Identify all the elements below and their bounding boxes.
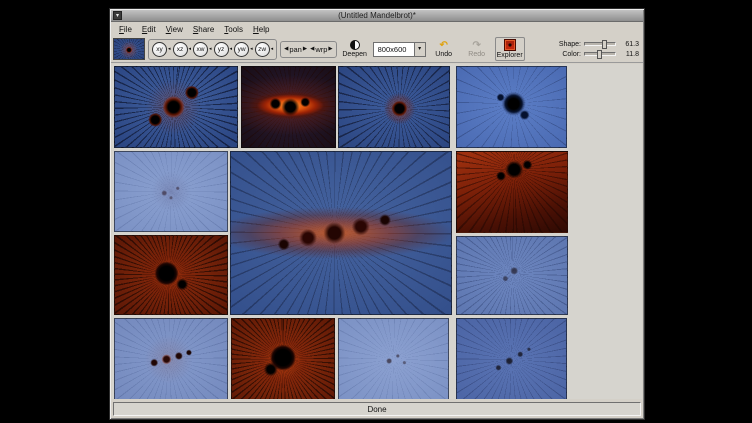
plane-button-yz[interactable]: yz ◂ <box>214 42 233 57</box>
shape-value: 61.3 <box>619 41 639 48</box>
pan-warp-group: ◀ pan ▶ ◀ wrp ▶ <box>280 41 337 58</box>
plane-arrow-icon: ◂ <box>250 46 253 52</box>
shape-slider-thumb[interactable] <box>602 40 607 49</box>
resolution-select[interactable]: 800x600 ▾ <box>373 42 426 57</box>
window-title: (Untitled Mandelbrot)* <box>111 11 643 20</box>
plane-arrow-icon: ◂ <box>209 46 212 52</box>
current-fractal-thumbnail <box>113 38 145 60</box>
redo-icon: ↷ <box>472 41 480 50</box>
deepen-button[interactable]: Deepen <box>340 37 370 61</box>
plane-label-zw: zw <box>255 42 270 57</box>
warp-left-arrow-icon[interactable]: ◀ <box>310 46 314 52</box>
plane-label-xz: xz <box>173 42 188 57</box>
dropdown-arrow-icon[interactable]: ▾ <box>414 43 425 56</box>
explorer-icon <box>504 39 516 51</box>
warp-label: wrp <box>315 45 327 54</box>
plane-label-yz: yz <box>214 42 229 57</box>
pan-label: pan <box>289 45 302 54</box>
mutation-thumbnail-3[interactable] <box>338 66 450 148</box>
plane-label-xw: xw <box>193 42 208 57</box>
undo-icon: ↶ <box>439 41 447 50</box>
plane-button-xz[interactable]: xz ◂ <box>173 42 192 57</box>
mutation-thumbnail-4[interactable] <box>456 66 567 148</box>
mutation-thumbnail-5[interactable] <box>114 151 228 232</box>
title-bar: ▾ (Untitled Mandelbrot)* <box>111 10 643 22</box>
plane-button-group: xy ◂ xz ◂ xw ◂ yz ◂ yw ◂ <box>148 39 277 60</box>
plane-label-yw: yw <box>234 42 249 57</box>
explorer-gallery <box>112 64 642 399</box>
mutation-thumbnail-10[interactable] <box>231 318 335 399</box>
warp-right-arrow-icon[interactable]: ▶ <box>328 46 332 52</box>
undo-label: Undo <box>435 51 452 58</box>
menu-file[interactable]: File <box>114 24 137 35</box>
mutation-thumbnail-12[interactable] <box>456 318 567 399</box>
pan-left-arrow-icon[interactable]: ◀ <box>284 46 288 52</box>
mutation-thumbnail-8[interactable] <box>456 236 568 315</box>
undo-button[interactable]: ↶ Undo <box>429 37 459 61</box>
deepen-icon <box>350 40 360 50</box>
resolution-value: 800x600 <box>374 45 414 54</box>
deepen-label: Deepen <box>342 51 367 58</box>
app-window: ▾ (Untitled Mandelbrot)* File Edit View … <box>109 8 645 420</box>
plane-button-yw[interactable]: yw ◂ <box>234 42 253 57</box>
plane-arrow-icon: ◂ <box>189 46 192 52</box>
explorer-label: Explorer <box>497 52 523 59</box>
menu-bar: File Edit View Share Tools Help <box>111 23 643 36</box>
status-text: Done <box>367 405 386 414</box>
shape-slider[interactable] <box>584 42 616 46</box>
mutation-thumbnail-7[interactable] <box>456 151 568 233</box>
explorer-button[interactable]: Explorer <box>495 37 525 61</box>
menu-view[interactable]: View <box>161 24 188 35</box>
pan-control[interactable]: ◀ pan ▶ <box>284 45 307 54</box>
toolbar: xy ◂ xz ◂ xw ◂ yz ◂ yw ◂ <box>111 36 643 63</box>
mutation-thumbnail-11[interactable] <box>338 318 449 399</box>
menu-edit[interactable]: Edit <box>137 24 161 35</box>
color-value: 11.8 <box>619 51 639 58</box>
menu-share[interactable]: Share <box>188 24 219 35</box>
color-slider[interactable] <box>584 52 616 56</box>
color-label: Color: <box>554 51 581 58</box>
plane-button-xy[interactable]: xy ◂ <box>152 42 171 57</box>
color-slider-thumb[interactable] <box>597 50 602 59</box>
warp-control[interactable]: ◀ wrp ▶ <box>310 45 333 54</box>
redo-label: Redo <box>468 51 485 58</box>
plane-button-zw[interactable]: zw ◂ <box>255 42 274 57</box>
mutation-thumbnail-1[interactable] <box>114 66 238 148</box>
plane-arrow-icon: ◂ <box>230 46 233 52</box>
shape-color-sliders: Shape: 61.3 Color: 11.8 <box>554 41 641 58</box>
redo-button[interactable]: ↷ Redo <box>462 37 492 61</box>
mutation-thumbnail-6[interactable] <box>114 235 228 315</box>
mutation-thumbnail-2[interactable] <box>241 66 336 148</box>
plane-arrow-icon: ◂ <box>271 46 274 52</box>
plane-arrow-icon: ◂ <box>168 46 171 52</box>
menu-help[interactable]: Help <box>248 24 274 35</box>
plane-button-xw[interactable]: xw ◂ <box>193 42 212 57</box>
screen-background: ▾ (Untitled Mandelbrot)* File Edit View … <box>0 0 752 423</box>
main-fractal-view[interactable] <box>230 151 452 315</box>
plane-label-xy: xy <box>152 42 167 57</box>
mutation-thumbnail-9[interactable] <box>114 318 228 399</box>
shape-label: Shape: <box>554 41 581 48</box>
menu-tools[interactable]: Tools <box>219 24 248 35</box>
status-bar: Done <box>113 402 641 416</box>
pan-right-arrow-icon[interactable]: ▶ <box>303 46 307 52</box>
